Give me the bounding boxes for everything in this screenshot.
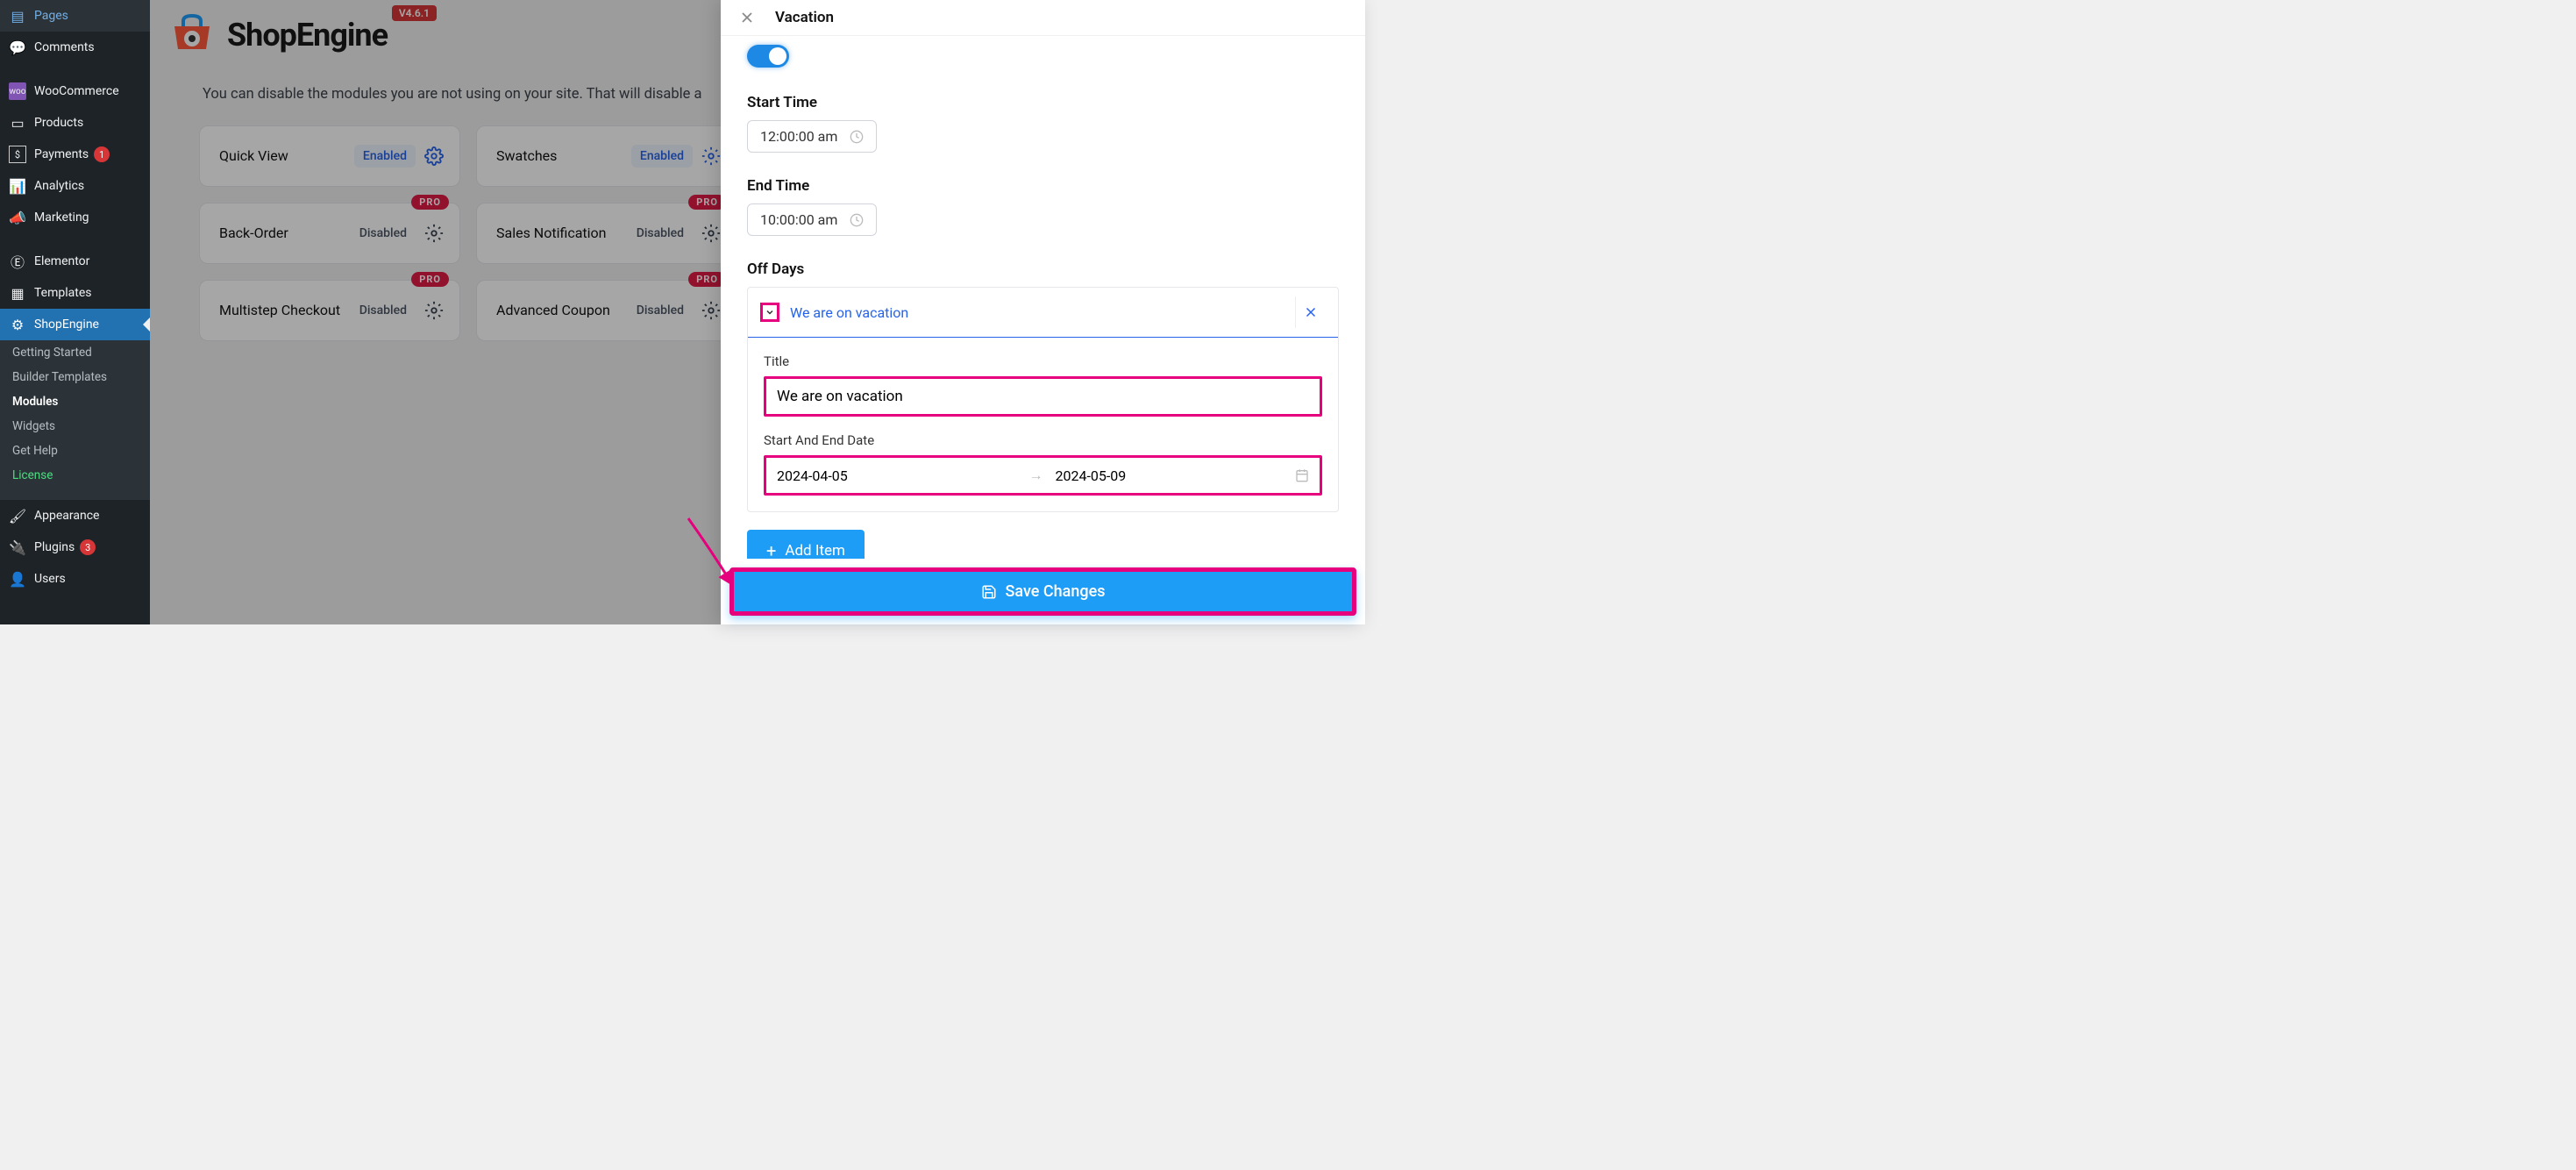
badge-count: 1 xyxy=(94,146,110,162)
active-indicator-icon xyxy=(143,317,150,332)
close-icon[interactable] xyxy=(738,9,756,26)
add-item-label: Add Item xyxy=(785,542,845,559)
dollar-icon: $ xyxy=(9,146,26,163)
settings-panel: Vacation Start Time 12:00:00 am End Time… xyxy=(721,0,1365,624)
shopengine-icon: ⚙ xyxy=(9,316,26,333)
plug-icon: 🔌 xyxy=(9,539,26,556)
archive-icon: ▭ xyxy=(9,114,26,132)
sidebar-item-appearance[interactable]: 🖌 Appearance xyxy=(0,500,150,531)
sidebar-item-pages[interactable]: ▤ Pages xyxy=(0,0,150,32)
sidebar-item-label: Products xyxy=(34,116,83,130)
sidebar-item-label: Plugins xyxy=(34,540,75,554)
end-time-input[interactable]: 10:00:00 am xyxy=(747,203,877,236)
date-range-label: Start And End Date xyxy=(764,432,1322,448)
sidebar-sub-widgets[interactable]: Widgets xyxy=(0,414,150,439)
title-field-label: Title xyxy=(764,353,1322,369)
off-days-label: Off Days xyxy=(747,260,1339,278)
badge-count: 3 xyxy=(80,539,96,555)
sidebar-item-label: Elementor xyxy=(34,254,89,268)
date-range-input[interactable]: 2024-04-05 → 2024-05-09 xyxy=(764,455,1322,496)
templates-icon: ▦ xyxy=(9,284,26,302)
chevron-down-icon[interactable] xyxy=(760,303,779,322)
off-day-header[interactable]: We are on vacation xyxy=(748,288,1338,338)
sidebar-item-label: Comments xyxy=(34,40,95,54)
sidebar-item-analytics[interactable]: 📊 Analytics xyxy=(0,170,150,202)
admin-sidebar: ▤ Pages 💬 Comments woo WooCommerce ▭ Pro… xyxy=(0,0,150,624)
sidebar-item-woocommerce[interactable]: woo WooCommerce xyxy=(0,75,150,107)
sidebar-item-label: WooCommerce xyxy=(34,84,119,98)
sidebar-item-label: Users xyxy=(34,572,66,586)
sidebar-item-elementor[interactable]: Ⓔ Elementor xyxy=(0,246,150,277)
woo-icon: woo xyxy=(9,82,26,100)
user-icon: 👤 xyxy=(9,570,26,588)
calendar-icon xyxy=(1295,468,1309,482)
sidebar-item-templates[interactable]: ▦ Templates xyxy=(0,277,150,309)
title-input[interactable] xyxy=(764,376,1322,417)
panel-title: Vacation xyxy=(775,9,834,26)
elementor-icon: Ⓔ xyxy=(9,253,26,270)
delete-icon[interactable] xyxy=(1295,296,1326,328)
start-date-value: 2024-04-05 xyxy=(777,467,1017,484)
sidebar-sub-getting-started[interactable]: Getting Started xyxy=(0,340,150,365)
sidebar-item-comments[interactable]: 💬 Comments xyxy=(0,32,150,63)
save-icon xyxy=(981,584,997,600)
sidebar-item-label: Analytics xyxy=(34,179,84,193)
sidebar-item-plugins[interactable]: 🔌 Plugins 3 xyxy=(0,531,150,563)
chart-icon: 📊 xyxy=(9,177,26,195)
end-date-value: 2024-05-09 xyxy=(1056,467,1296,484)
start-time-input[interactable]: 12:00:00 am xyxy=(747,120,877,153)
enable-toggle[interactable] xyxy=(747,45,789,68)
add-item-button[interactable]: + Add Item xyxy=(747,530,865,559)
end-time-value: 10:00:00 am xyxy=(760,211,837,228)
sidebar-item-payments[interactable]: $ Payments 1 xyxy=(0,139,150,170)
panel-header: Vacation xyxy=(721,0,1365,36)
brush-icon: 🖌 xyxy=(9,507,26,524)
sidebar-item-label: Payments xyxy=(34,147,89,161)
page-icon: ▤ xyxy=(9,7,26,25)
megaphone-icon: 📣 xyxy=(9,209,26,226)
sidebar-item-shopengine[interactable]: ⚙ ShopEngine xyxy=(0,309,150,340)
off-day-title: We are on vacation xyxy=(790,304,1295,321)
off-day-item: We are on vacation Title Start And End D… xyxy=(747,287,1339,512)
start-time-label: Start Time xyxy=(747,94,1339,111)
sidebar-item-label: Appearance xyxy=(34,509,99,523)
sidebar-item-marketing[interactable]: 📣 Marketing xyxy=(0,202,150,233)
clock-icon xyxy=(850,130,864,144)
sidebar-sub-builder-templates[interactable]: Builder Templates xyxy=(0,365,150,389)
sidebar-item-label: ShopEngine xyxy=(34,317,99,332)
sidebar-sub-license[interactable]: License xyxy=(0,463,150,488)
end-time-label: End Time xyxy=(747,177,1339,195)
sidebar-sub-get-help[interactable]: Get Help xyxy=(0,439,150,463)
comment-icon: 💬 xyxy=(9,39,26,56)
arrow-right-icon: → xyxy=(1029,467,1043,484)
sidebar-item-label: Marketing xyxy=(34,210,89,225)
sidebar-item-products[interactable]: ▭ Products xyxy=(0,107,150,139)
sidebar-item-users[interactable]: 👤 Users xyxy=(0,563,150,595)
save-changes-button[interactable]: Save Changes xyxy=(729,567,1356,616)
save-label: Save Changes xyxy=(1006,582,1106,601)
start-time-value: 12:00:00 am xyxy=(760,128,837,145)
sidebar-item-label: Pages xyxy=(34,9,68,23)
sidebar-item-label: Templates xyxy=(34,286,92,300)
plus-icon: + xyxy=(766,540,776,559)
clock-icon xyxy=(850,213,864,227)
sidebar-sub-modules[interactable]: Modules xyxy=(0,389,150,414)
